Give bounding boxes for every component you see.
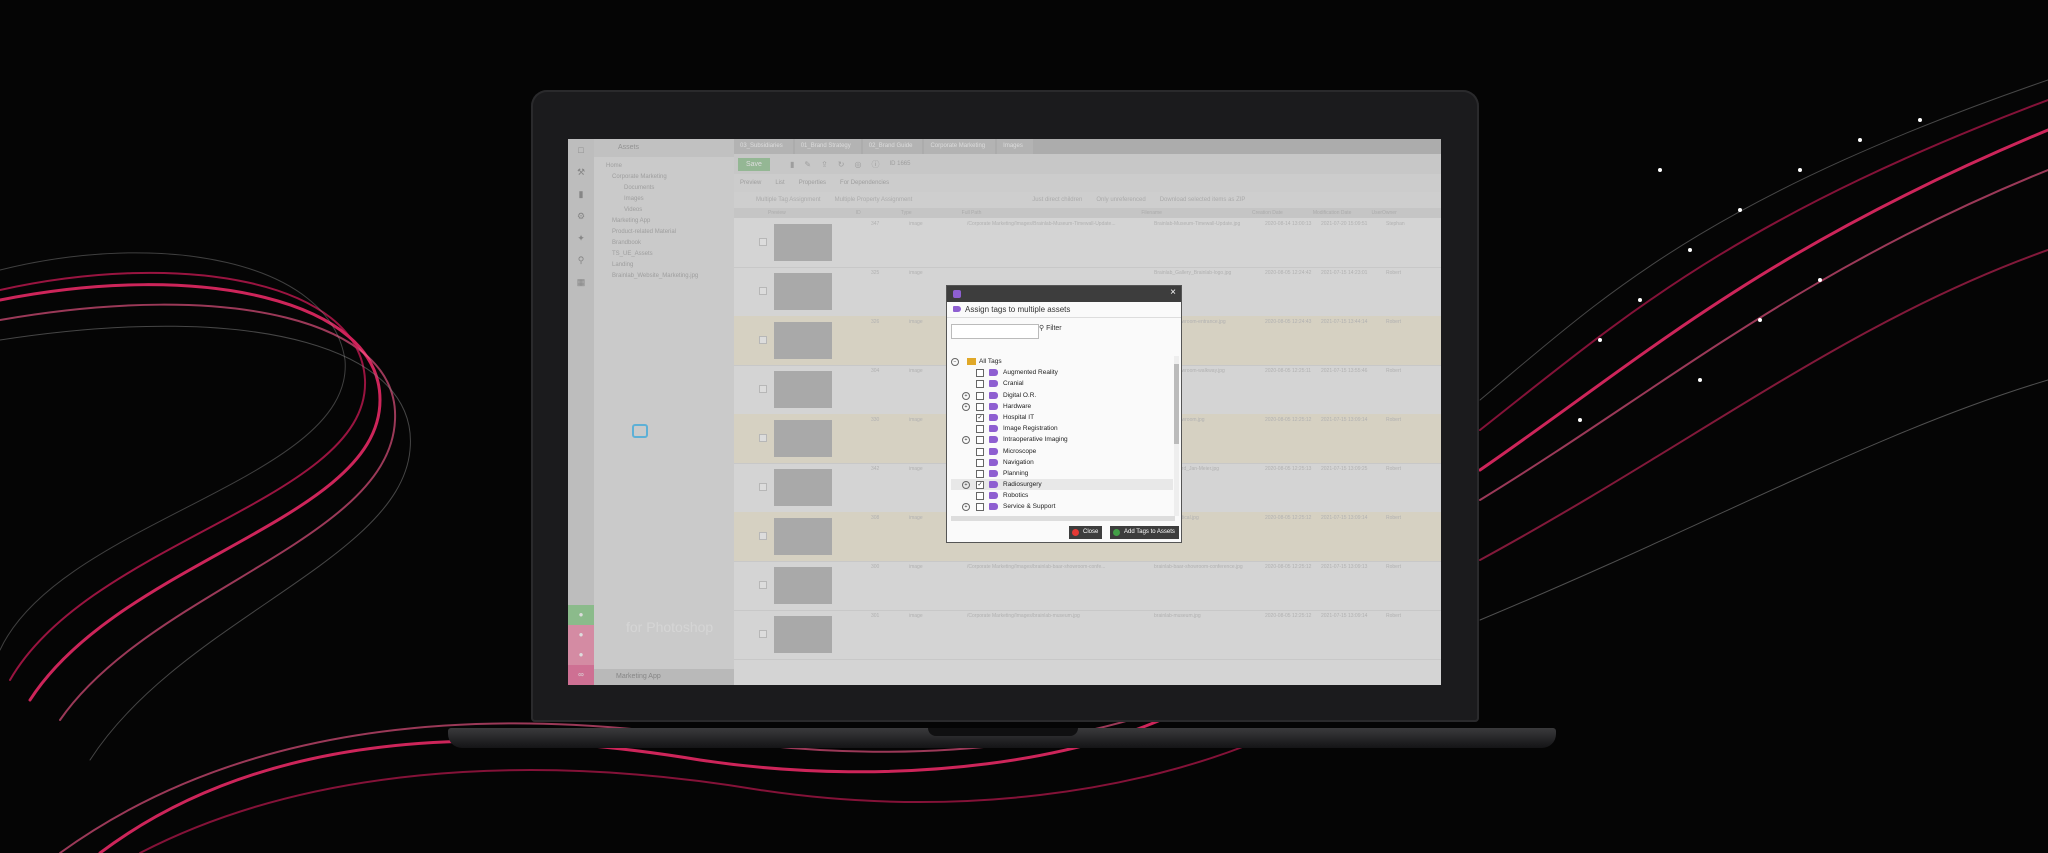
add-tags-button-label: Add Tags to Assets [1124, 529, 1175, 535]
tag-item[interactable]: ✓ Hospital IT [951, 412, 1173, 423]
expand-icon[interactable]: + [962, 402, 970, 411]
filter-row: ⚲ Filter [947, 318, 1181, 340]
tag-icon [989, 503, 998, 511]
tag-item[interactable]: + Service & Support [951, 501, 1173, 512]
scroll-thumb[interactable] [1174, 364, 1179, 444]
dialog-heading: Assign tags to multiple assets [947, 302, 1181, 318]
tag-icon [989, 458, 998, 466]
tag-item[interactable]: Image Registration [951, 423, 1173, 434]
tag-icon [953, 306, 961, 312]
tag-tree-hscrollbar[interactable] [951, 516, 1175, 521]
tag-checkbox[interactable] [976, 402, 984, 411]
tag-item[interactable]: + Intraoperative Imaging [951, 434, 1173, 445]
tag-checkbox[interactable] [976, 425, 984, 434]
dialog-titlebar: × [947, 286, 1181, 302]
tag-icon [989, 469, 998, 477]
tag-label: Cranial [1003, 380, 1024, 388]
tag-tree: − All Tags Augmented Reality Cranial + Digi… [951, 356, 1173, 516]
assign-tags-dialog: × Assign tags to multiple assets ⚲ Filte… [946, 285, 1182, 543]
tag-icon [989, 425, 998, 433]
tag-icon [953, 290, 961, 298]
close-button[interactable]: Close [1069, 526, 1103, 539]
expand-icon[interactable]: + [962, 503, 970, 512]
tag-label: Digital O.R. [1003, 391, 1037, 399]
dialog-heading-text: Assign tags to multiple assets [965, 305, 1071, 314]
tag-root[interactable]: − All Tags [951, 356, 1173, 367]
folder-icon [967, 358, 976, 365]
tag-tree-scrollbar[interactable] [1174, 356, 1179, 516]
tag-icon [989, 492, 998, 500]
tag-label: Service & Support [1003, 503, 1056, 511]
tag-filter-input[interactable] [951, 324, 1039, 339]
tag-root-label: All Tags [979, 358, 1002, 365]
tag-checkbox[interactable] [976, 458, 984, 467]
tag-item[interactable]: Cranial [951, 378, 1173, 389]
tag-checkbox[interactable] [976, 469, 984, 478]
tag-checkbox[interactable] [976, 503, 984, 512]
tag-icon [989, 402, 998, 410]
app-screen: □ ⚒ ▮ ⚙ ✦ ⚲ ▦ ● ● ● ∞ Assets Home Corpor… [568, 139, 1441, 685]
tag-item[interactable]: Microscope [951, 446, 1173, 457]
tag-icon [989, 391, 998, 399]
tag-item[interactable]: Planning [951, 468, 1173, 479]
tag-item[interactable]: + Digital O.R. [951, 390, 1173, 401]
cancel-icon [1072, 529, 1079, 536]
tag-icon [989, 369, 998, 377]
tag-checkbox[interactable] [976, 391, 984, 400]
tag-item[interactable]: Robotics [951, 490, 1173, 501]
tag-label: Image Registration [1003, 425, 1058, 433]
tag-checkbox[interactable] [976, 492, 984, 501]
tag-item[interactable]: Augmented Reality [951, 367, 1173, 378]
tag-label: Augmented Reality [1003, 369, 1058, 377]
check-icon [1113, 529, 1120, 536]
tag-item[interactable]: Navigation [951, 457, 1173, 468]
tag-label: Radiosurgery [1003, 481, 1042, 489]
tag-checkbox[interactable]: ✓ [976, 481, 984, 490]
expand-icon[interactable]: + [962, 391, 970, 400]
tag-label: Intraoperative Imaging [1003, 436, 1068, 444]
tag-item[interactable]: + Hardware [951, 401, 1173, 412]
tag-checkbox[interactable]: ✓ [976, 413, 984, 422]
tag-checkbox[interactable] [976, 436, 984, 445]
tag-label: Hospital IT [1003, 413, 1035, 421]
filter-button-label: Filter [1046, 325, 1062, 332]
tag-item[interactable]: + ✓ Radiosurgery [951, 479, 1173, 491]
tag-icon [989, 436, 998, 444]
filter-button[interactable]: ⚲ Filter [1039, 324, 1062, 332]
tag-label: Microscope [1003, 447, 1037, 455]
tag-label: Robotics [1003, 492, 1029, 500]
tag-icon [989, 481, 998, 489]
expand-icon[interactable]: + [962, 481, 970, 490]
tag-icon [989, 447, 998, 455]
laptop-notch [928, 728, 1078, 736]
tag-label: Planning [1003, 469, 1029, 477]
add-tags-button[interactable]: Add Tags to Assets [1110, 526, 1179, 539]
tag-icon [989, 413, 998, 421]
dialog-footer: Close Add Tags to Assets [947, 522, 1181, 542]
expand-icon[interactable]: + [962, 436, 970, 445]
tag-label: Navigation [1003, 458, 1034, 466]
close-button-label: Close [1083, 529, 1099, 535]
collapse-icon[interactable]: − [951, 358, 959, 366]
close-icon[interactable]: × [1170, 287, 1176, 298]
tag-label: Hardware [1003, 402, 1032, 410]
tag-checkbox[interactable] [976, 447, 984, 456]
tag-checkbox[interactable] [976, 369, 984, 378]
tag-checkbox[interactable] [976, 380, 984, 389]
tag-icon [989, 380, 998, 388]
